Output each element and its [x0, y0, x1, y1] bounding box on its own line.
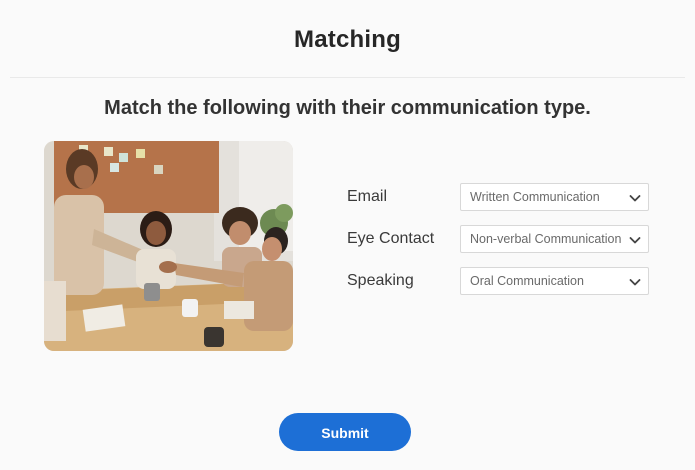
title-divider	[10, 77, 685, 78]
page-title: Matching	[294, 26, 401, 53]
select-value-eye-contact: Non-verbal Communication	[470, 232, 622, 246]
chevron-down-icon	[629, 279, 641, 286]
select-value-email: Written Communication	[470, 190, 600, 204]
match-label-speaking: Speaking	[347, 272, 414, 289]
match-select-speaking[interactable]: Oral Communication	[460, 267, 649, 295]
chevron-down-icon	[629, 195, 641, 202]
match-label-eye-contact: Eye Contact	[347, 230, 435, 247]
meeting-photo	[44, 141, 293, 351]
chevron-down-icon	[629, 237, 641, 244]
instruction-text: Match the following with their communica…	[104, 97, 591, 119]
match-label-email: Email	[347, 188, 388, 205]
match-select-email[interactable]: Written Communication	[460, 183, 649, 211]
matching-activity: Matching Match the following with their …	[0, 0, 695, 470]
match-select-eye-contact[interactable]: Non-verbal Communication	[460, 225, 649, 253]
submit-button[interactable]: Submit	[279, 413, 411, 451]
select-value-speaking: Oral Communication	[470, 274, 584, 288]
